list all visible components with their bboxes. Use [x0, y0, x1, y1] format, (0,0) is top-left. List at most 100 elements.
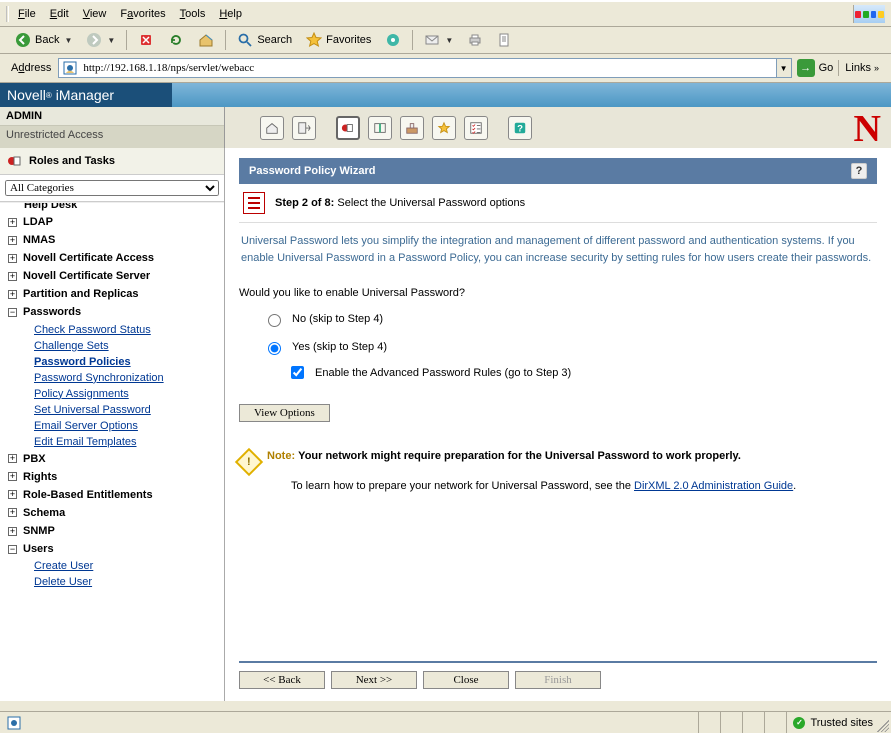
- step-icon: [243, 192, 265, 214]
- collapse-icon[interactable]: −: [8, 545, 17, 554]
- toolbar-roles-icon[interactable]: [336, 116, 360, 140]
- finish-button[interactable]: Finish: [515, 671, 601, 689]
- print-button[interactable]: [462, 30, 488, 50]
- toolbar-home-icon[interactable]: [260, 116, 284, 140]
- mail-button[interactable]: ▼: [419, 30, 458, 50]
- home-icon: [198, 32, 214, 48]
- sidebar-item-label: PBX: [23, 453, 46, 465]
- search-button[interactable]: Search: [232, 30, 297, 50]
- sidebar-link[interactable]: Email Server Options: [34, 420, 138, 432]
- dirxml-guide-link[interactable]: DirXML 2.0 Administration Guide: [634, 480, 793, 492]
- sidebar-item[interactable]: +SNMP: [0, 522, 224, 540]
- back-button[interactable]: Back ▼: [10, 30, 77, 50]
- address-field[interactable]: [81, 60, 775, 76]
- forward-button[interactable]: ▼: [81, 30, 120, 50]
- expand-icon[interactable]: +: [8, 218, 17, 227]
- sidebar-link[interactable]: Set Universal Password: [34, 404, 151, 416]
- expand-icon[interactable]: +: [8, 527, 17, 536]
- chevron-down-icon: ▼: [445, 36, 453, 45]
- sidebar-item-label: Novell Certificate Server: [23, 270, 150, 282]
- expand-icon[interactable]: +: [8, 236, 17, 245]
- expand-icon[interactable]: +: [8, 272, 17, 281]
- sidebar-item[interactable]: +Rights: [0, 468, 224, 486]
- refresh-button[interactable]: [163, 30, 189, 50]
- page-icon: [6, 715, 22, 731]
- expand-icon[interactable]: +: [8, 254, 17, 263]
- checkbox-advanced[interactable]: [291, 366, 304, 379]
- menu-edit[interactable]: Edit: [43, 6, 76, 22]
- sidebar-link[interactable]: Check Password Status: [34, 324, 151, 336]
- expand-icon[interactable]: +: [8, 454, 17, 463]
- edit-button[interactable]: [492, 30, 518, 50]
- toolbar-exit-icon[interactable]: [292, 116, 316, 140]
- toolbar-help-icon[interactable]: ?: [508, 116, 532, 140]
- close-button[interactable]: Close: [423, 671, 509, 689]
- wizard-title-bar: Password Policy Wizard ?: [239, 158, 877, 184]
- option-no[interactable]: No (skip to Step 4): [263, 311, 877, 327]
- menu-file[interactable]: File: [11, 6, 43, 22]
- menu-tools[interactable]: Tools: [173, 6, 213, 22]
- refresh-icon: [168, 32, 184, 48]
- option-advanced[interactable]: Enable the Advanced Password Rules (go t…: [287, 363, 877, 382]
- sidebar-item[interactable]: +Role-Based Entitlements: [0, 486, 224, 504]
- toolbar-tasks-icon[interactable]: [464, 116, 488, 140]
- sidebar-item[interactable]: −Passwords: [0, 303, 224, 321]
- app-toolbar: ? N: [225, 107, 891, 148]
- star-icon: [306, 32, 322, 48]
- next-button[interactable]: Next >>: [331, 671, 417, 689]
- expand-icon[interactable]: +: [8, 472, 17, 481]
- sidebar-item[interactable]: +Partition and Replicas: [0, 285, 224, 303]
- sidebar-subitem: Check Password Status: [0, 322, 224, 338]
- toolbar-view-icon[interactable]: [368, 116, 392, 140]
- radio-no[interactable]: [268, 314, 281, 327]
- menu-help[interactable]: Help: [212, 6, 249, 22]
- sidebar-link[interactable]: Delete User: [34, 576, 92, 588]
- app-banner: Novell® iManager: [0, 83, 891, 107]
- media-button[interactable]: [380, 30, 406, 50]
- chevron-down-icon: ▼: [64, 36, 72, 45]
- expand-icon[interactable]: +: [8, 490, 17, 499]
- sidebar-link[interactable]: Policy Assignments: [34, 388, 129, 400]
- wizard-button-bar: << Back Next >> Close Finish: [239, 661, 877, 689]
- sidebar-item[interactable]: −Users: [0, 540, 224, 558]
- wizard-help-button[interactable]: ?: [851, 163, 867, 179]
- sidebar-item[interactable]: + PBX: [0, 450, 224, 468]
- sidebar-item[interactable]: +Schema: [0, 504, 224, 522]
- back-icon: [15, 32, 31, 48]
- address-dropdown-button[interactable]: ▼: [776, 59, 791, 77]
- toolbar-configure-icon[interactable]: [400, 116, 424, 140]
- expand-icon[interactable]: +: [8, 508, 17, 517]
- stop-button[interactable]: [133, 30, 159, 50]
- sidebar-item[interactable]: + Novell Certificate Server: [0, 267, 224, 285]
- radio-yes[interactable]: [268, 342, 281, 355]
- sidebar-link[interactable]: Challenge Sets: [34, 340, 109, 352]
- address-bar: Address ▼ → Go Links »: [0, 54, 891, 83]
- toolbar-favorites-icon[interactable]: [432, 116, 456, 140]
- sidebar-link[interactable]: Edit Email Templates: [34, 436, 137, 448]
- sidebar-item[interactable]: +NMAS: [0, 231, 224, 249]
- resize-grip[interactable]: [877, 720, 889, 732]
- menu-favorites[interactable]: Favorites: [113, 6, 172, 22]
- sidebar-subitem: Challenge Sets: [0, 338, 224, 354]
- home-button[interactable]: [193, 30, 219, 50]
- view-options-button[interactable]: View Options: [239, 404, 330, 422]
- go-button[interactable]: → Go: [797, 59, 834, 77]
- sidebar-tree[interactable]: Help Desk+LDAP+NMAS+Novell Certificate A…: [0, 202, 224, 701]
- option-yes[interactable]: Yes (skip to Step 4): [263, 339, 877, 355]
- category-select[interactable]: All Categories: [5, 180, 219, 196]
- user-access: Unrestricted Access: [0, 126, 224, 144]
- sidebar-link[interactable]: Password Synchronization: [34, 372, 164, 384]
- expand-icon[interactable]: +: [8, 290, 17, 299]
- roles-icon: [7, 153, 23, 169]
- collapse-icon[interactable]: −: [8, 308, 17, 317]
- media-icon: [385, 32, 401, 48]
- links-button[interactable]: Links »: [838, 60, 885, 76]
- sidebar-link[interactable]: Create User: [34, 560, 93, 572]
- back-button[interactable]: << Back: [239, 671, 325, 689]
- sidebar-item[interactable]: + Novell Certificate Access: [0, 249, 224, 267]
- sidebar-item-label: Novell Certificate Access: [23, 252, 154, 264]
- sidebar-item[interactable]: +LDAP: [0, 213, 224, 231]
- sidebar-link[interactable]: Password Policies: [34, 356, 131, 368]
- menu-view[interactable]: View: [76, 6, 114, 22]
- favorites-button[interactable]: Favorites: [301, 30, 376, 50]
